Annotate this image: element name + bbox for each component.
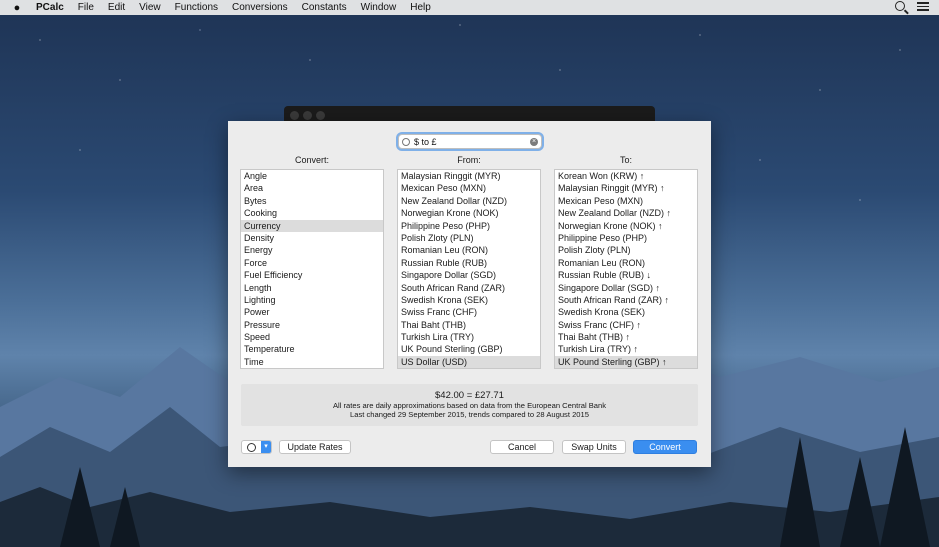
from-list-item[interactable]: New Zealand Dollar (NZD): [398, 195, 540, 207]
menu-constants[interactable]: Constants: [302, 2, 347, 13]
to-list-item[interactable]: Turkish Lira (TRY) ↑: [555, 343, 697, 355]
convert-column-title: Convert:: [294, 155, 329, 165]
menu-conversions[interactable]: Conversions: [232, 2, 288, 13]
menu-bar-extras: [895, 1, 929, 11]
to-list-item[interactable]: New Zealand Dollar (NZD) ↑: [555, 207, 697, 219]
from-list-item[interactable]: Malaysian Ringgit (MYR): [398, 170, 540, 182]
convert-list-item[interactable]: Fuel Efficiency: [241, 269, 383, 281]
convert-button[interactable]: Convert: [633, 440, 697, 454]
from-list-item[interactable]: South African Rand (ZAR): [398, 282, 540, 294]
convert-list-item[interactable]: Bytes: [241, 195, 383, 207]
action-menu-button[interactable]: ▾: [241, 440, 272, 454]
to-list-item[interactable]: South African Rand (ZAR) ↑: [555, 294, 697, 306]
to-list-item[interactable]: Swedish Krona (SEK): [555, 306, 697, 318]
convert-list[interactable]: Angle Area Bytes Cooking Currency Density Ener…: [240, 169, 384, 369]
convert-list-item[interactable]: Lighting: [241, 294, 383, 306]
search-input[interactable]: [414, 136, 529, 147]
to-list-item[interactable]: Polish Zloty (PLN): [555, 244, 697, 256]
zoom-icon[interactable]: [316, 111, 325, 120]
conversion-result: $42.00 = £27.71: [435, 390, 504, 401]
gear-icon: [247, 443, 256, 452]
from-list-item[interactable]: Polish Zloty (PLN): [398, 232, 540, 244]
convert-list-item[interactable]: Angle: [241, 170, 383, 182]
close-icon[interactable]: [290, 111, 299, 120]
convert-list-item[interactable]: Temperature: [241, 343, 383, 355]
menu-app-name[interactable]: PCalc: [36, 2, 64, 13]
convert-list-item[interactable]: Energy: [241, 244, 383, 256]
from-list-item[interactable]: Russian Ruble (RUB): [398, 257, 540, 269]
convert-list-item[interactable]: Density: [241, 232, 383, 244]
menu-bar: ● PCalc File Edit View Functions Convers…: [0, 0, 939, 15]
search-icon[interactable]: [895, 1, 905, 11]
convert-list-item[interactable]: Power: [241, 306, 383, 318]
menu-window[interactable]: Window: [361, 2, 397, 13]
from-list-item[interactable]: US Dollar (USD): [398, 355, 540, 368]
from-column-title: From:: [457, 155, 481, 165]
convert-list-item[interactable]: Force: [241, 257, 383, 269]
to-list-item[interactable]: Thai Baht (THB) ↑: [555, 331, 697, 343]
to-list[interactable]: Korean Won (KRW) ↑ Malaysian Ringgit (MYR…: [554, 169, 698, 369]
convert-list-item[interactable]: Pressure: [241, 319, 383, 331]
update-rates-button[interactable]: Update Rates: [279, 440, 351, 454]
list-icon[interactable]: [917, 1, 929, 11]
convert-list-item[interactable]: Cooking: [241, 207, 383, 219]
menu-functions[interactable]: Functions: [175, 2, 218, 13]
to-list-item[interactable]: Russian Ruble (RUB) ↓: [555, 269, 697, 281]
to-list-item[interactable]: Korean Won (KRW) ↑: [555, 170, 697, 182]
from-list-item[interactable]: Singapore Dollar (SGD): [398, 269, 540, 281]
from-list-item[interactable]: Norwegian Krone (NOK): [398, 207, 540, 219]
chevron-down-icon: ▾: [261, 441, 271, 453]
apple-logo-icon[interactable]: ●: [12, 2, 22, 14]
to-list-item[interactable]: Singapore Dollar (SGD) ↑: [555, 282, 697, 294]
from-list[interactable]: Malaysian Ringgit (MYR) Mexican Peso (MXN…: [397, 169, 541, 369]
to-column-title: To:: [619, 155, 632, 165]
convert-list-item[interactable]: Currency: [241, 219, 383, 232]
search-field[interactable]: ×: [398, 134, 542, 149]
from-list-item[interactable]: Thai Baht (THB): [398, 319, 540, 331]
from-list-item[interactable]: Romanian Leu (RON): [398, 244, 540, 256]
menu-edit[interactable]: Edit: [108, 2, 125, 13]
from-list-item[interactable]: UK Pound Sterling (GBP): [398, 343, 540, 355]
menu-file[interactable]: File: [78, 2, 94, 13]
minimize-icon[interactable]: [303, 111, 312, 120]
currency-conversion-dialog: × Convert: From: To: AngleAreaBytesCooki…: [228, 121, 711, 467]
menu-help[interactable]: Help: [410, 2, 431, 13]
last-changed-note: Last changed 29 September 2015, trends c…: [350, 410, 589, 419]
magnifier-icon: [402, 137, 410, 146]
convert-list-item[interactable]: Time: [241, 356, 383, 368]
to-list-item[interactable]: Philippine Peso (PHP): [555, 232, 697, 244]
swap-units-button[interactable]: Swap Units: [562, 440, 626, 454]
to-list-item[interactable]: Norwegian Krone (NOK) ↑: [555, 220, 697, 232]
rates-note: All rates are daily approximations based…: [332, 401, 607, 410]
to-list-item[interactable]: UK Pound Sterling (GBP) ↑: [555, 355, 697, 368]
from-list-item[interactable]: Turkish Lira (TRY): [398, 331, 540, 343]
to-list-item[interactable]: Malaysian Ringgit (MYR) ↑: [555, 182, 697, 194]
from-list-item[interactable]: Philippine Peso (PHP): [398, 220, 540, 232]
convert-list-item[interactable]: Length: [241, 282, 383, 294]
convert-list-item[interactable]: Speed: [241, 331, 383, 343]
menu-view[interactable]: View: [139, 2, 161, 13]
convert-list-item[interactable]: Area: [241, 182, 383, 194]
from-list-item[interactable]: Swiss Franc (CHF): [398, 306, 540, 318]
clear-icon[interactable]: ×: [530, 138, 538, 146]
cancel-button[interactable]: Cancel: [490, 440, 554, 454]
to-list-item[interactable]: Mexican Peso (MXN): [555, 195, 697, 207]
to-list-item[interactable]: Swiss Franc (CHF) ↑: [555, 319, 697, 331]
to-list-item[interactable]: Romanian Leu (RON): [555, 257, 697, 269]
from-list-item[interactable]: Mexican Peso (MXN): [398, 182, 540, 194]
conversion-info-panel: $42.00 = £27.71 All rates are daily appr…: [241, 384, 698, 426]
from-list-item[interactable]: Swedish Krona (SEK): [398, 294, 540, 306]
